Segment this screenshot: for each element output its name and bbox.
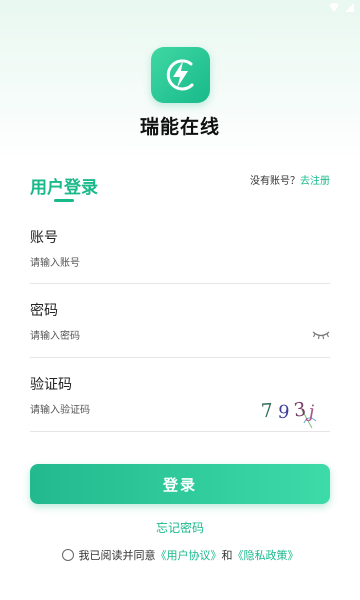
app-name: 瑞能在线 (139, 116, 220, 138)
captcha-input[interactable] (30, 400, 250, 420)
eye-closed-icon[interactable] (312, 329, 330, 341)
account-label: 账号 (30, 230, 58, 246)
captcha-char: 7 (260, 400, 274, 423)
wifi-icon (329, 2, 339, 12)
login-button[interactable]: 登录 (30, 464, 330, 504)
register-link[interactable]: 去注册 (300, 176, 330, 187)
register-prompt: 没有账号？去注册 (250, 172, 330, 187)
agreement-row: 我已阅读并同意 《用户协议》 和 《隐私政策》 (0, 547, 360, 563)
forgot-password-link[interactable]: 忘记密码 (0, 519, 360, 536)
captcha-char: 9 (277, 401, 291, 423)
password-divider (30, 357, 330, 358)
no-account-text: 没有账号？ (250, 176, 300, 187)
account-input[interactable] (30, 253, 330, 273)
password-label: 密码 (30, 303, 58, 319)
privacy-policy-link[interactable]: 《隐私政策》 (233, 547, 299, 563)
password-input[interactable] (30, 326, 305, 346)
captcha-label: 验证码 (30, 377, 72, 393)
status-bar (329, 0, 354, 14)
account-divider (30, 283, 330, 284)
agreement-and: 和 (221, 549, 233, 562)
app-logo (151, 47, 210, 103)
login-title-underline (54, 199, 74, 202)
captcha-divider (30, 431, 330, 432)
login-title: 用户登录 (30, 178, 98, 198)
signal-icon (345, 2, 354, 12)
captcha-image[interactable]: 7 9 3 j (258, 394, 324, 430)
captcha-char: 3 (292, 398, 307, 421)
lightning-bolt-icon (166, 59, 193, 91)
agreement-prefix: 我已阅读并同意 (78, 549, 156, 562)
user-agreement-link[interactable]: 《用户协议》 (156, 547, 222, 563)
agreement-checkbox[interactable] (61, 549, 74, 561)
